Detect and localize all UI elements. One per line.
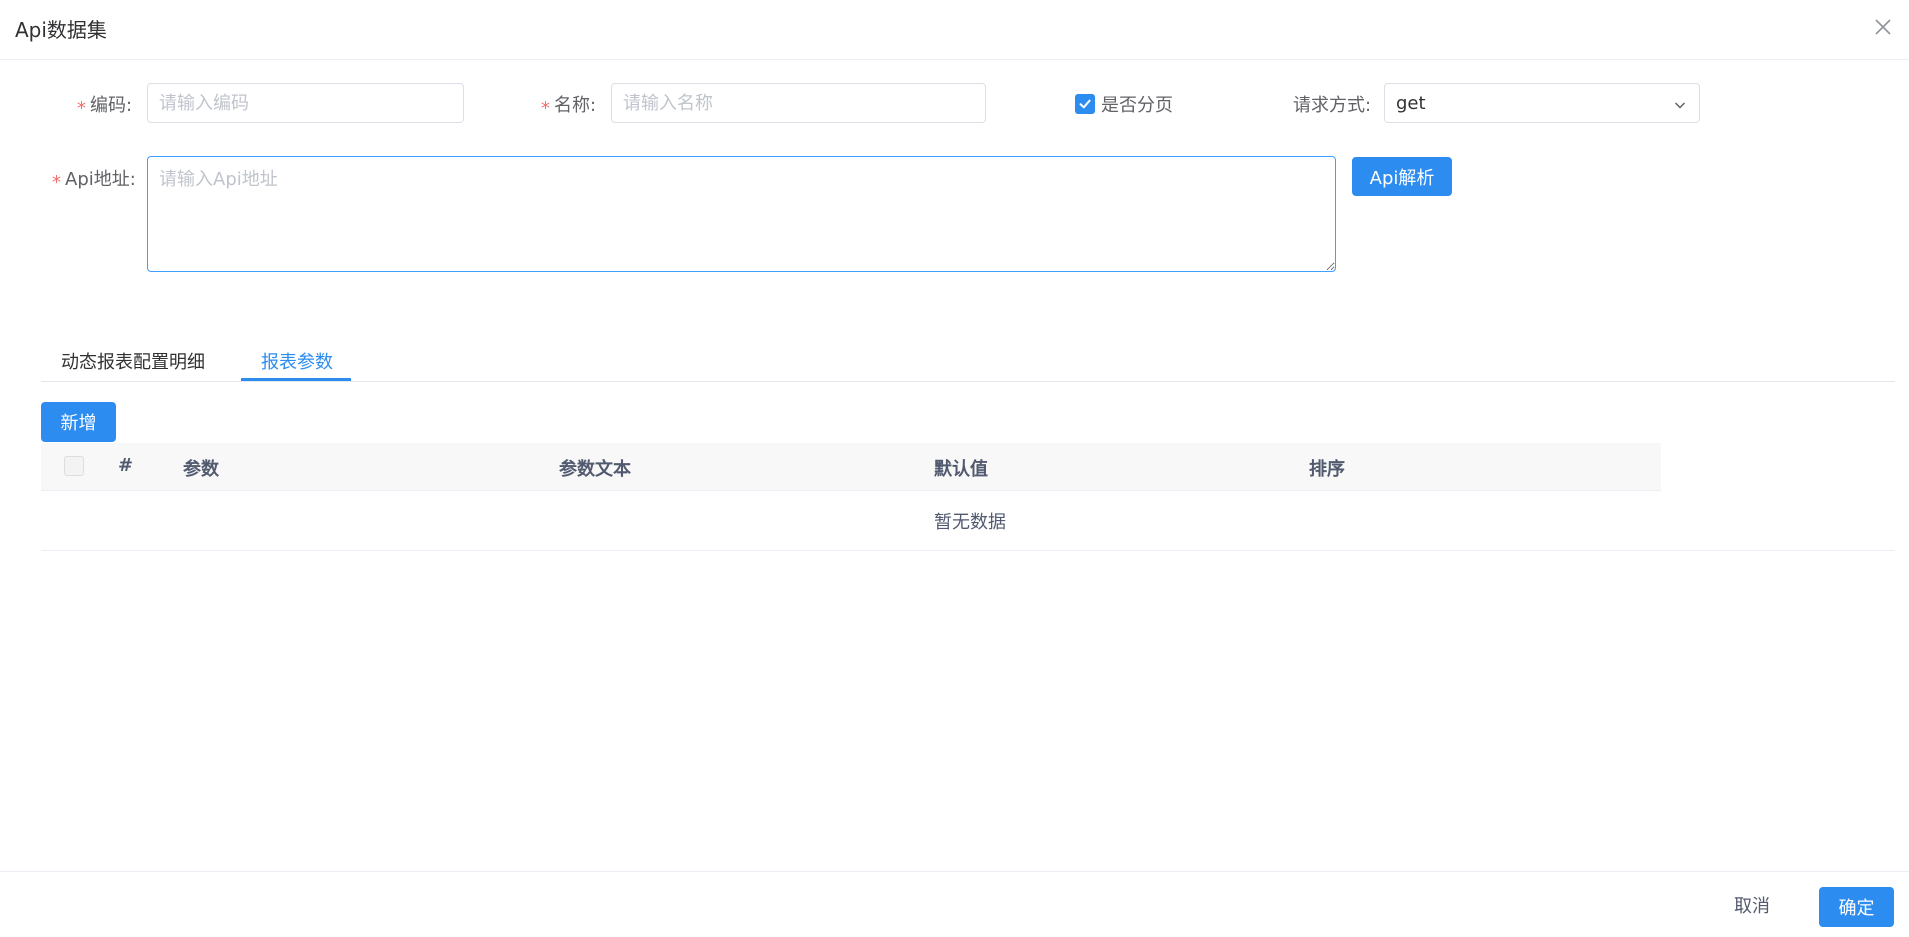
chevron-down-icon: [1673, 97, 1687, 116]
cancel-button[interactable]: 取消: [1734, 892, 1770, 918]
tab-report-params[interactable]: 报表参数: [261, 348, 333, 374]
api-url-textarea[interactable]: [147, 156, 1336, 272]
dialog-title: Api数据集: [15, 18, 107, 42]
confirm-button[interactable]: 确定: [1819, 887, 1894, 927]
column-header-param-text: 参数文本: [559, 459, 631, 480]
api-url-label: * Api地址:: [52, 165, 136, 193]
tab-report-config-detail[interactable]: 动态报表配置明细: [61, 348, 205, 374]
method-select-value: get: [1396, 93, 1426, 114]
method-select[interactable]: get: [1384, 83, 1700, 123]
code-label: * 编码:: [77, 91, 133, 119]
name-label-text: 名称:: [554, 95, 597, 116]
close-icon[interactable]: [1874, 18, 1894, 38]
method-label: 请求方式:: [1293, 95, 1372, 116]
required-mark: *: [52, 172, 61, 193]
api-url-label-text: Api地址:: [65, 169, 136, 190]
active-tab-indicator: [241, 378, 351, 381]
empty-text: 暂无数据: [934, 512, 1006, 533]
api-dataset-dialog: Api数据集 *编码: *名称: 是否分页 请求方式: get *Api地址: …: [0, 0, 1909, 937]
column-header-index: #: [118, 455, 134, 476]
paging-checkbox[interactable]: 是否分页: [1075, 91, 1173, 117]
name-label: * 名称:: [541, 91, 597, 119]
required-mark: *: [541, 98, 550, 119]
code-input[interactable]: [147, 83, 464, 123]
column-header-param: 参数: [183, 459, 219, 480]
column-header-sort: 排序: [1309, 459, 1345, 480]
dialog-header: Api数据集: [0, 0, 1909, 60]
api-parse-button[interactable]: Api解析: [1352, 157, 1452, 196]
name-input[interactable]: [611, 83, 986, 123]
table-header: # 参数 参数文本 默认值 排序: [41, 443, 1661, 491]
tab-bar: 动态报表配置明细 报表参数: [41, 334, 1895, 382]
column-header-default-value: 默认值: [934, 459, 988, 480]
add-button[interactable]: 新增: [41, 402, 116, 442]
dialog-footer: 取消 确定: [0, 871, 1909, 937]
table-empty-row: 暂无数据: [41, 491, 1895, 551]
checkbox-checked-icon[interactable]: [1075, 94, 1095, 114]
select-all-checkbox[interactable]: [64, 456, 84, 476]
code-label-text: 编码:: [90, 95, 133, 116]
paging-label: 是否分页: [1101, 95, 1173, 116]
required-mark: *: [77, 98, 86, 119]
